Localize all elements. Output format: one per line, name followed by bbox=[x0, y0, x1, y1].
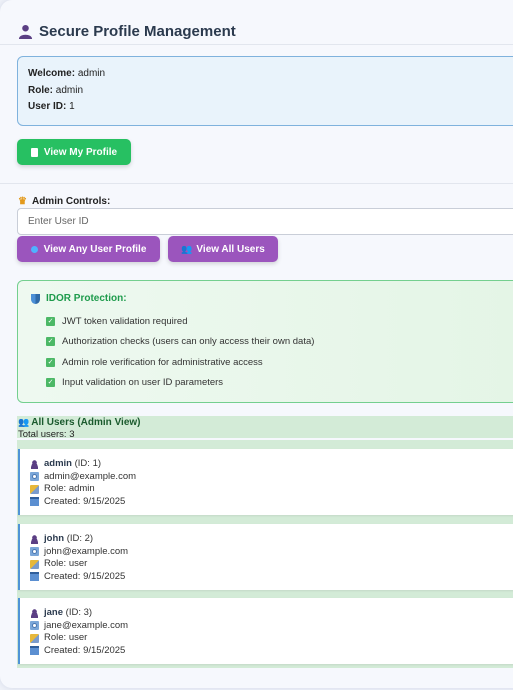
user-id: (ID: 3) bbox=[65, 607, 93, 618]
users-title: 👥 All Users (Admin View) bbox=[18, 417, 141, 428]
calendar-icon bbox=[30, 572, 39, 582]
shield-icon bbox=[31, 293, 40, 304]
user-email: jane@example.com bbox=[44, 619, 129, 631]
user-created: Created: 9/15/2025 bbox=[44, 644, 126, 656]
checkmark-icon: ✓ bbox=[46, 337, 55, 347]
user-email-line: admin@example.com bbox=[30, 471, 507, 484]
user-list: admin (ID: 1) admin@example.com Role: ad… bbox=[17, 440, 513, 668]
welcome-line: Welcome: admin bbox=[28, 68, 106, 79]
user-name: john bbox=[44, 533, 65, 544]
email-icon bbox=[30, 621, 39, 631]
list-item: ✓ Input validation on user ID parameters bbox=[46, 377, 224, 389]
user-created-line: Created: 9/15/2025 bbox=[30, 571, 507, 584]
role-icon bbox=[30, 484, 39, 494]
user-card: jane (ID: 3) jane@example.com Role: user… bbox=[18, 598, 513, 664]
user-role: Role: admin bbox=[44, 483, 95, 494]
user-card: john (ID: 2) john@example.com Role: user… bbox=[18, 524, 513, 590]
user-name: jane bbox=[44, 607, 64, 618]
user-icon bbox=[30, 534, 39, 544]
user-name-line: jane (ID: 3) bbox=[30, 607, 507, 620]
user-role-line: Role: user bbox=[30, 558, 507, 571]
calendar-icon bbox=[30, 497, 39, 507]
users-header: 👥 All Users (Admin View) Total users: 3 bbox=[17, 416, 513, 440]
user-role-line: Role: user bbox=[30, 632, 507, 645]
checkmark-icon: ✓ bbox=[46, 316, 55, 326]
list-item: ✓ JWT token validation required bbox=[46, 315, 188, 327]
email-icon bbox=[30, 547, 39, 557]
view-my-profile-button[interactable]: View My Profile bbox=[17, 139, 131, 165]
globe-icon bbox=[30, 245, 38, 253]
profile-card: Secure Profile Management Welcome: admin… bbox=[0, 0, 513, 688]
user-created-line: Created: 9/15/2025 bbox=[30, 496, 507, 509]
user-email-line: jane@example.com bbox=[30, 620, 507, 633]
user-id: (ID: 2) bbox=[66, 533, 94, 544]
user-name: admin bbox=[44, 458, 72, 469]
user-info-panel: Welcome: admin Role: admin User ID: 1 bbox=[17, 56, 513, 126]
idor-protection-panel: IDOR Protection: ✓ JWT token validation r… bbox=[17, 280, 513, 403]
view-all-users-button[interactable]: 👥 View All Users bbox=[168, 236, 278, 262]
user-icon bbox=[30, 608, 39, 618]
role-icon bbox=[30, 633, 39, 643]
user-icon bbox=[30, 459, 39, 469]
user-card: admin (ID: 1) admin@example.com Role: ad… bbox=[18, 449, 513, 515]
user-email: john@example.com bbox=[44, 545, 129, 557]
email-icon bbox=[30, 472, 39, 482]
user-email: admin@example.com bbox=[44, 470, 137, 482]
role-line: Role: admin bbox=[28, 84, 84, 96]
userid-line: User ID: 1 bbox=[28, 101, 75, 112]
list-item: ✓ Admin role verification for administrat… bbox=[46, 356, 263, 368]
crown-icon: ♛ bbox=[18, 196, 27, 207]
user-created: Created: 9/15/2025 bbox=[44, 495, 126, 507]
user-created: Created: 9/15/2025 bbox=[44, 570, 126, 582]
user-email-line: john@example.com bbox=[30, 546, 507, 559]
calendar-icon bbox=[30, 646, 39, 656]
user-created-line: Created: 9/15/2025 bbox=[30, 645, 507, 658]
list-item: ✓ Authorization checks (users can only ac… bbox=[46, 336, 315, 348]
header-divider bbox=[0, 44, 513, 45]
role-icon bbox=[30, 559, 39, 569]
section-divider bbox=[0, 183, 513, 184]
user-id-input[interactable] bbox=[17, 208, 513, 235]
users-total: Total users: 3 bbox=[18, 429, 75, 440]
idor-list: ✓ JWT token validation required ✓ Authoriz… bbox=[31, 311, 513, 393]
page-header: Secure Profile Management bbox=[18, 18, 513, 44]
user-name-line: admin (ID: 1) bbox=[30, 458, 507, 471]
idor-title: IDOR Protection: bbox=[31, 293, 513, 304]
user-role: Role: user bbox=[44, 632, 88, 643]
checkmark-icon: ✓ bbox=[46, 378, 55, 388]
users-icon: 👥 bbox=[18, 417, 29, 427]
user-role: Role: user bbox=[44, 558, 88, 569]
user-role-line: Role: admin bbox=[30, 483, 507, 496]
page-title: Secure Profile Management bbox=[39, 22, 236, 40]
user-icon bbox=[18, 24, 33, 39]
user-name-line: john (ID: 2) bbox=[30, 533, 507, 546]
checkmark-icon: ✓ bbox=[46, 357, 55, 367]
document-icon bbox=[30, 147, 38, 157]
users-icon: 👥 bbox=[181, 243, 192, 254]
admin-controls-label: ♛ Admin Controls: bbox=[18, 196, 111, 207]
view-any-profile-button[interactable]: View Any User Profile bbox=[17, 236, 160, 262]
user-id: (ID: 1) bbox=[74, 458, 102, 469]
